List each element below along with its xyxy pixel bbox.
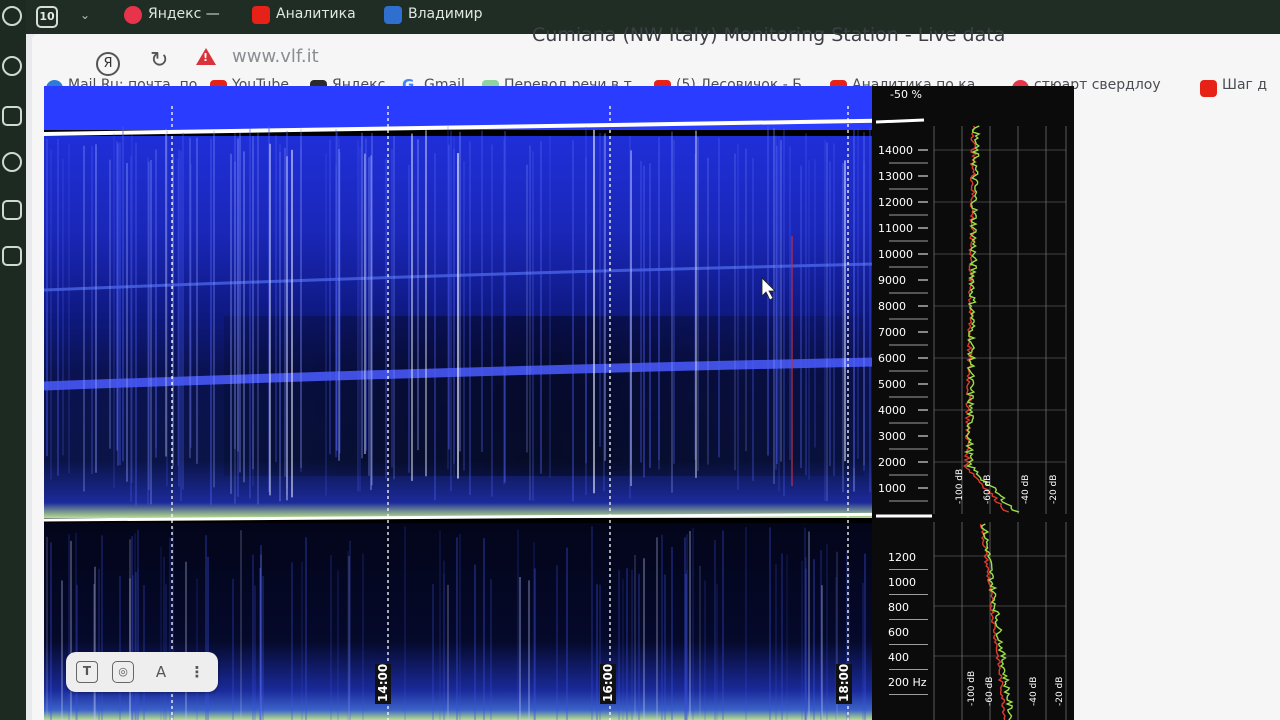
side-rail <box>0 0 26 720</box>
media-icon[interactable] <box>2 152 22 172</box>
play-icon[interactable] <box>2 6 22 26</box>
browser-window: Я ↻ ! www.vlf.it Cumiana (NW Italy) Moni… <box>32 24 1280 720</box>
spectrogram-panel: 14:00 16:00 18:00 -50 % 14000 13000 12000 1… <box>44 86 1074 720</box>
frequency-tick-label: 1200 <box>888 551 916 564</box>
youtube-icon <box>1200 80 1217 97</box>
youtube-icon <box>252 6 270 24</box>
counter-icon[interactable] <box>2 200 22 220</box>
page-title: Cumiana (NW Italy) Monitoring Station - … <box>532 24 1006 46</box>
frequency-tick-label: 5000 <box>878 378 906 391</box>
tab-yandex[interactable]: Яндекс — <box>112 0 234 30</box>
level-label: -50 % <box>890 88 922 101</box>
bookmark-label: Шаг д <box>1222 77 1268 93</box>
tab-vk[interactable]: Владимир <box>372 0 494 30</box>
bookmark-shag[interactable]: Шаг д <box>1200 77 1280 101</box>
frequency-tick-label: 13000 <box>878 170 913 183</box>
svg-text:-40 dB: -40 dB <box>1021 475 1031 504</box>
svg-text:-20 dB: -20 dB <box>1055 677 1065 706</box>
frequency-tick-label: 7000 <box>878 326 906 339</box>
tab-label: Владимир <box>408 6 483 22</box>
frequency-tick-label: 800 <box>888 601 909 614</box>
frequency-tick-label: 10000 <box>878 248 913 261</box>
frequency-tick-label: 8000 <box>878 300 906 313</box>
tab-analytics[interactable]: Аналитика <box>240 0 362 30</box>
yandex-button[interactable]: Я <box>96 52 120 76</box>
text-select-icon[interactable]: T <box>76 661 98 683</box>
svg-text:-20 dB: -20 dB <box>1049 475 1059 504</box>
svg-text:-100 dB: -100 dB <box>967 671 977 706</box>
insecure-warning-icon[interactable]: ! <box>196 48 216 65</box>
frequency-tick-label: 400 <box>888 651 909 664</box>
axis-cap <box>875 118 925 124</box>
time-label-18: 18:00 <box>837 664 851 702</box>
svg-text:-40 dB: -40 dB <box>1029 677 1039 706</box>
frequency-tick-label: 1000 <box>878 482 906 495</box>
collections-icon[interactable] <box>2 106 22 126</box>
frequency-tick-label: 200 Hz <box>888 676 927 689</box>
svg-text:-60 dB: -60 dB <box>985 677 995 706</box>
frequency-tick-label: 12000 <box>878 196 913 209</box>
yandex-icon <box>124 6 142 24</box>
more-icon[interactable]: ⋮ <box>186 661 208 683</box>
tab-label: Яндекс — <box>148 6 220 22</box>
reload-icon[interactable]: ↻ <box>150 48 168 73</box>
image-toolbar: T ◎ A ⋮ <box>66 652 218 692</box>
url-field[interactable]: www.vlf.it <box>232 46 319 67</box>
lens-icon[interactable]: ◎ <box>112 661 134 683</box>
frequency-tick-label: 3000 <box>878 430 906 443</box>
svg-text:-100 dB: -100 dB <box>955 469 965 504</box>
tab-count-button[interactable]: 10 <box>36 6 58 28</box>
frequency-tick-label: 6000 <box>878 352 906 365</box>
frequency-tick-label: 9000 <box>878 274 906 287</box>
frequency-tick-label: 14000 <box>878 144 913 157</box>
time-label-14: 14:00 <box>376 664 390 702</box>
svg-text:-60 dB: -60 dB <box>983 475 993 504</box>
frequency-tick-label: 11000 <box>878 222 913 235</box>
camera-icon[interactable] <box>2 246 22 266</box>
spectrogram-image: 14:00 16:00 18:00 -50 % 14000 13000 12000 1… <box>44 86 1074 720</box>
frequency-tick-label: 4000 <box>878 404 906 417</box>
frequency-tick-label: 600 <box>888 626 909 639</box>
translate-icon[interactable]: A <box>150 661 172 683</box>
tab-label: Аналитика <box>276 6 356 22</box>
chevron-down-icon[interactable]: ⌄ <box>80 8 90 22</box>
frequency-tick-label: 2000 <box>878 456 906 469</box>
frequency-tick-label: 1000 <box>888 576 916 589</box>
time-label-16: 16:00 <box>601 664 615 702</box>
history-icon[interactable] <box>2 56 22 76</box>
vk-icon <box>384 6 402 24</box>
